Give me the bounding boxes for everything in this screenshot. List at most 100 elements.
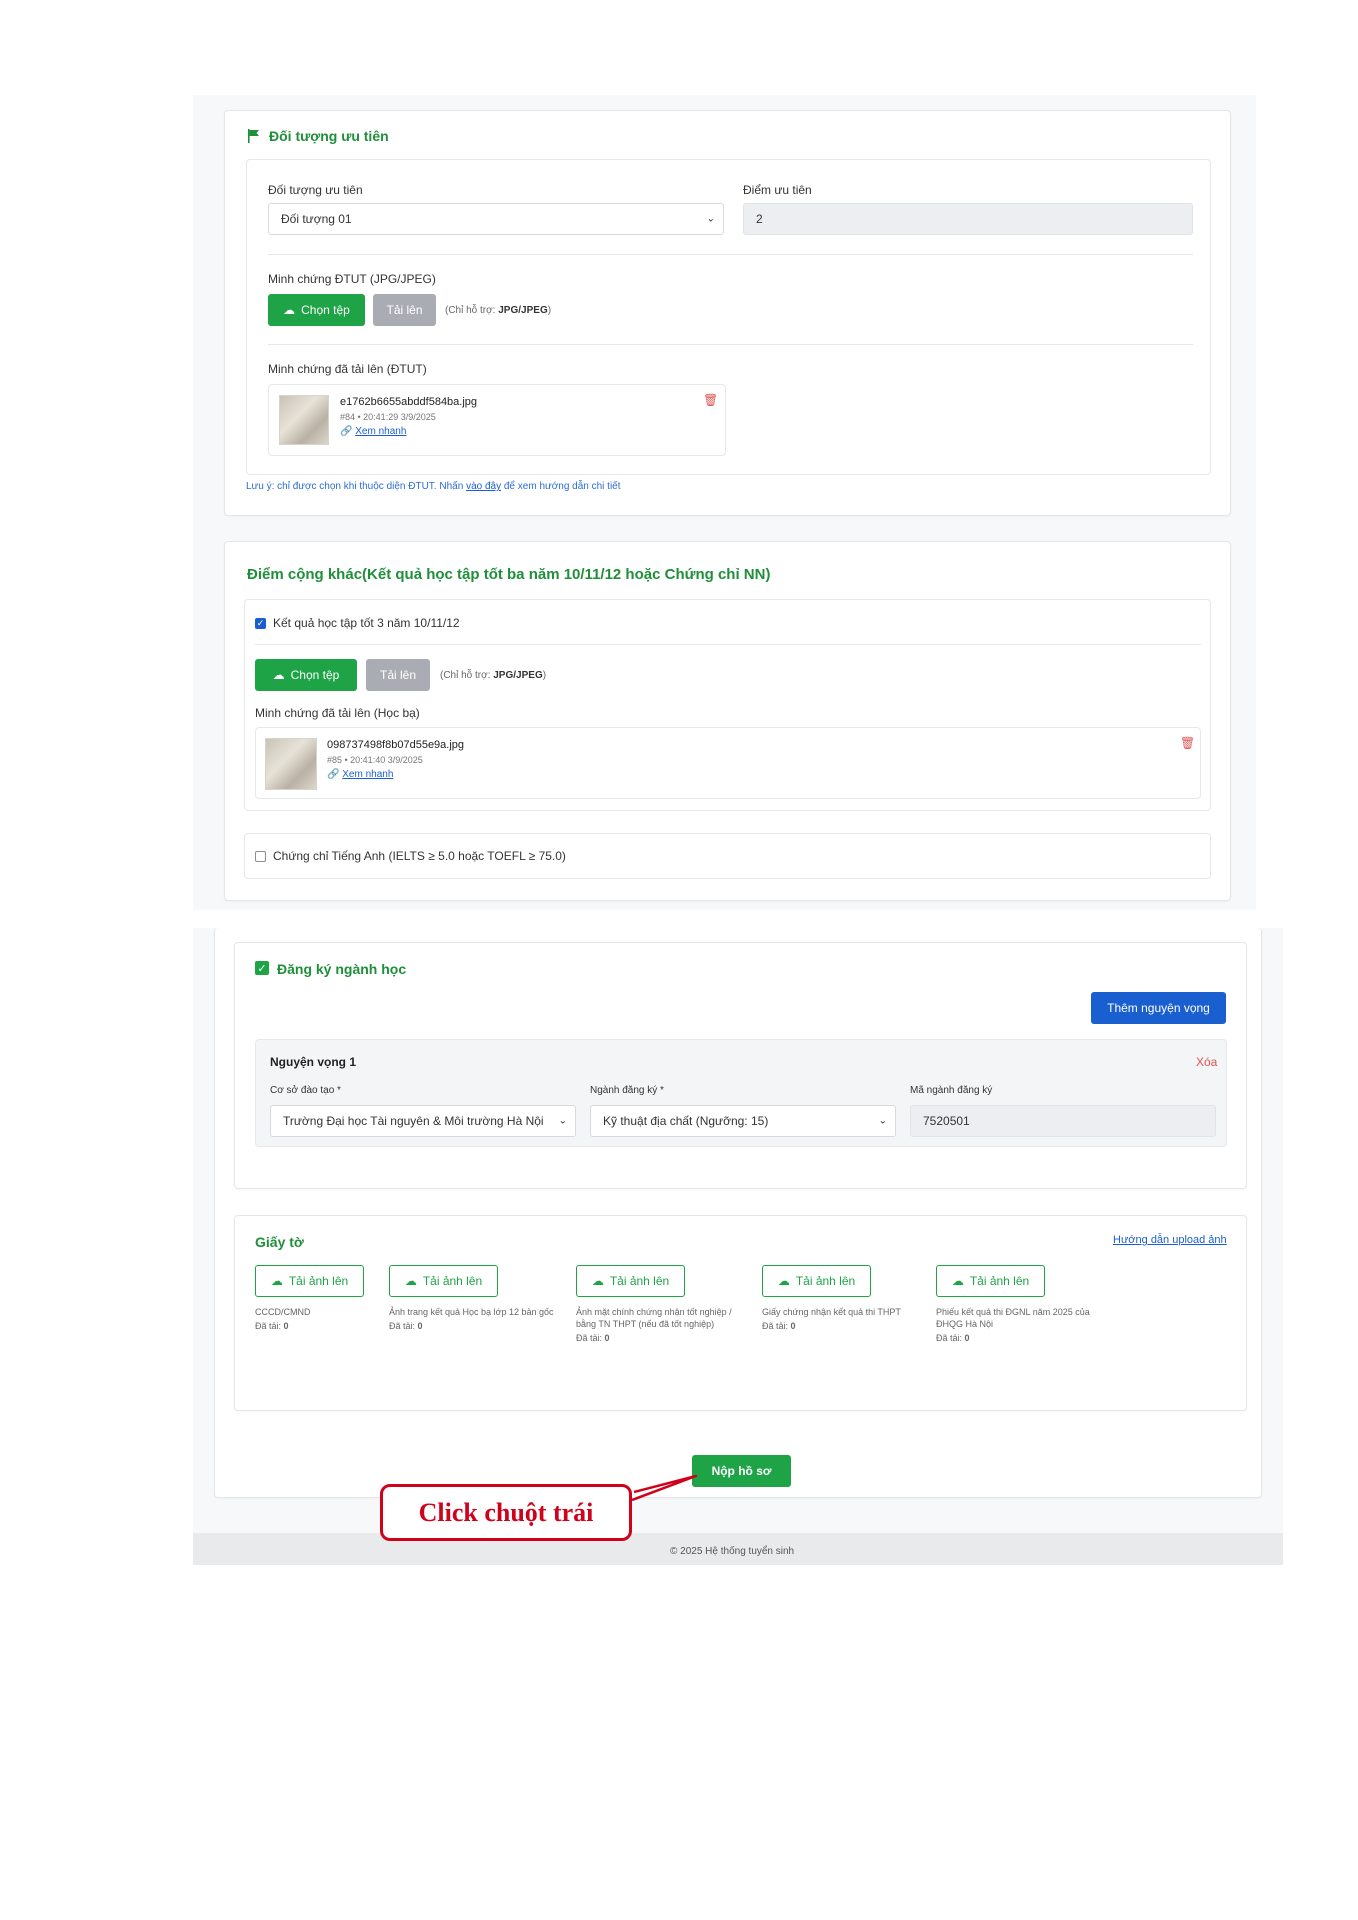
trash-icon[interactable]: 🗑 [703,393,718,407]
major-section-title: Đăng ký ngành học [277,961,407,977]
footer-text: © 2025 Hệ thống tuyển sinh [670,1546,795,1557]
priority-evidence-label: Minh chứng ĐTUT (JPG/JPEG) [268,272,436,286]
code-field: 7520501 [910,1105,1216,1137]
preview-label: Xem nhanh [342,769,394,780]
support-format: JPG/JPEG [493,670,543,681]
link-icon: 🔗 [327,769,340,780]
submit-button[interactable]: Nộp hồ sơ [692,1455,791,1487]
major-select[interactable]: Kỹ thuật địa chất (Ngưỡng: 15) ⌄ [590,1105,896,1137]
file-meta: #84 • 20:41:29 3/9/2025 [340,412,436,422]
choose-file-label: Chọn tệp [290,668,340,682]
upload-image-label: Tải ảnh lên [969,1274,1030,1288]
support-prefix: (Chỉ hỗ trợ: [440,670,494,681]
academic-checkbox-label: Kết quả học tập tốt 3 năm 10/11/12 [273,616,460,630]
file-name: 098737498f8b07d55e9a.jpg [327,739,465,751]
priority-score-value: 2 [756,212,763,226]
cloud-upload-icon: ☁ [951,1274,964,1288]
link-icon: 🔗 [340,426,353,437]
priority-field-label: Đối tượng ưu tiên [268,183,363,197]
preview-link[interactable]: 🔗 Xem nhanh [340,426,406,437]
upload-image-label: Tải ảnh lên [288,1274,349,1288]
uploaded-prefix: Đã tải: [762,1321,791,1331]
annotation-text: Click chuột trái [418,1497,594,1527]
document-caption: Giấy chứng nhận kết quả thi THPT [762,1307,901,1317]
english-box: Chứng chỉ Tiếng Anh (IELTS ≥ 5.0 hoặc TO… [244,833,1211,879]
chevron-down-icon: ⌄ [706,213,715,225]
upload-image-label: Tải ảnh lên [609,1274,670,1288]
academic-checkbox[interactable]: ✓ [255,618,266,629]
uploaded-count: 0 [790,1321,796,1331]
upload-button[interactable]: Tải lên [373,294,436,326]
support-prefix: (Chỉ hỗ trợ: [445,305,499,316]
priority-card: Đối tượng ưu tiên Đối tượng ưu tiên Đối … [224,110,1231,516]
uploaded-prefix: Đã tải: [389,1321,418,1331]
school-label: Cơ sở đào tạo * [270,1085,341,1096]
document-uploaded-count: Đã tải: 0 [936,1332,1104,1344]
school-select-value: Trường Đại học Tài nguyên & Môi trường H… [283,1114,544,1128]
academic-box: ✓ Kết quả học tập tốt 3 năm 10/11/12 ☁ C… [244,599,1211,811]
priority-uploaded-label: Minh chứng đã tải lên (ĐTUT) [268,362,427,376]
file-thumbnail[interactable] [265,738,317,790]
upload-button[interactable]: Tải lên [366,659,430,691]
cloud-upload-icon: ☁ [777,1274,790,1288]
uploaded-count: 0 [604,1333,610,1343]
document-caption: CCCD/CMND [255,1307,311,1317]
major-select-value: Kỹ thuật địa chất (Ngưỡng: 15) [603,1114,769,1128]
upload-image-label: Tải ảnh lên [795,1274,856,1288]
priority-note: Lưu ý: chỉ được chọn khi thuộc diện ĐTUT… [246,481,621,492]
choose-file-label: Chọn tệp [301,303,350,317]
priority-inner-box: Đối tượng ưu tiên Đối tượng 01 ⌄ Điểm ưu… [246,159,1211,475]
priority-score-label: Điểm ưu tiên [743,183,812,197]
document-uploaded-count: Đã tải: 0 [762,1320,930,1332]
upload-guide-link[interactable]: Hướng dẫn upload ảnh [1113,1234,1227,1246]
documents-section-title: Giấy tờ [255,1234,304,1250]
file-thumbnail[interactable] [279,395,329,445]
note-link[interactable]: vào đây [466,481,501,492]
upload-image-button[interactable]: ☁ Tải ảnh lên [576,1265,685,1297]
delete-wish-link[interactable]: Xóa [1196,1055,1217,1069]
uploaded-file-card: 098737498f8b07d55e9a.jpg #85 • 20:41:40 … [255,727,1201,799]
divider [268,254,1193,255]
annotation-callout: Click chuột trái [380,1484,632,1541]
bonus-section-title: Điểm cộng khác(Kết quả học tập tốt ba nă… [247,566,771,583]
support-suffix: ) [547,305,552,316]
document-uploaded-count: Đã tải: 0 [576,1332,744,1344]
bonus-uploaded-label: Minh chứng đã tải lên (Học bạ) [255,706,420,720]
choose-file-button[interactable]: ☁ Chọn tệp [268,294,365,326]
code-label: Mã ngành đăng ký [910,1085,993,1096]
english-checkbox[interactable] [255,851,266,862]
uploaded-file-card: e1762b6655abddf584ba.jpg #84 • 20:41:29 … [268,384,726,456]
note-prefix: Lưu ý: chỉ được chọn khi thuộc diện ĐTUT… [246,481,467,492]
uploaded-count: 0 [283,1321,289,1331]
document-item: ☁ Tải ảnh lên Phiếu kết quả thi ĐGNL năm 2… [936,1265,1104,1344]
wish-box: Nguyện vọng 1 Xóa Cơ sở đào tạo * Trường… [255,1039,1227,1147]
priority-score-field: 2 [743,203,1193,235]
cloud-upload-icon: ☁ [270,1274,283,1288]
priority-select[interactable]: Đối tượng 01 ⌄ [268,203,724,235]
priority-section-title: Đối tượng ưu tiên [269,128,389,144]
support-format-text: (Chỉ hỗ trợ: JPG/JPEG) [440,670,546,681]
upload-label: Tải lên [386,303,423,317]
upload-image-button[interactable]: ☁ Tải ảnh lên [936,1265,1045,1297]
document-item: ☁ Tải ảnh lên Ảnh mặt chính chứng nhận tốt… [576,1265,744,1344]
trash-icon[interactable]: 🗑 [1180,736,1195,750]
document-item: ☁ Tải ảnh lên Giấy chứng nhận kết quả thi … [762,1265,930,1332]
upload-image-button[interactable]: ☁ Tải ảnh lên [255,1265,364,1297]
add-wish-button[interactable]: Thêm nguyện vọng [1091,992,1226,1024]
school-select[interactable]: Trường Đại học Tài nguyên & Môi trường H… [270,1105,576,1137]
divider [268,344,1193,345]
preview-link[interactable]: 🔗 Xem nhanh [327,769,393,780]
choose-file-button[interactable]: ☁ Chọn tệp [255,659,357,691]
upload-label: Tải lên [379,668,417,682]
upload-image-button[interactable]: ☁ Tải ảnh lên [389,1265,498,1297]
upload-image-button[interactable]: ☁ Tải ảnh lên [762,1265,871,1297]
document-caption: Ảnh trang kết quả Học bạ lớp 12 bản gốc [389,1307,554,1317]
chevron-down-icon: ⌄ [558,1115,567,1127]
file-meta: #85 • 20:41:40 3/9/2025 [327,755,423,765]
cloud-upload-icon: ☁ [272,668,285,682]
cloud-upload-icon: ☁ [283,303,296,317]
chevron-down-icon: ⌄ [878,1115,887,1127]
uploaded-count: 0 [964,1333,970,1343]
uploaded-count: 0 [417,1321,423,1331]
note-suffix: để xem hướng dẫn chi tiết [501,481,621,492]
